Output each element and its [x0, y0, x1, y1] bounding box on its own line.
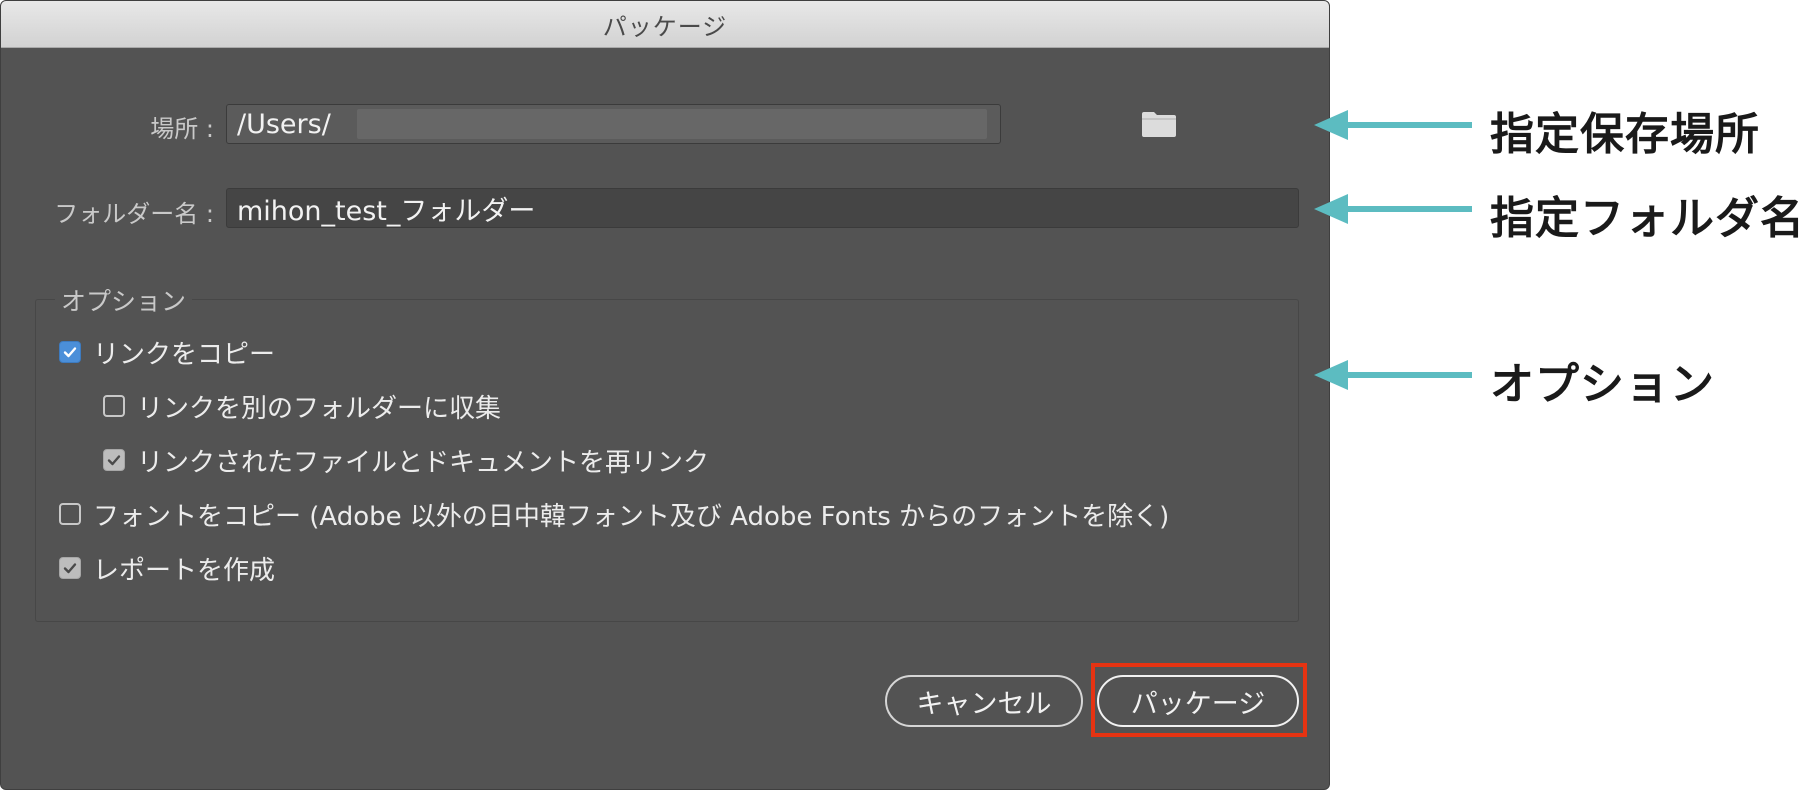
arrow-left-icon [1314, 194, 1472, 224]
checkbox-relink[interactable] [103, 449, 125, 471]
location-redaction [357, 109, 987, 139]
checkbox-copy-fonts[interactable] [59, 503, 81, 525]
package-dialog: パッケージ 場所 : /Users/ フォルダー名 : mihon_test_フ… [0, 0, 1330, 790]
option-collect-links[interactable]: リンクを別のフォルダーに収集 [103, 389, 502, 424]
checkbox-collect-links[interactable] [103, 395, 125, 417]
arrow-left-icon [1314, 110, 1472, 140]
option-label: リンクを別のフォルダーに収集 [137, 393, 502, 424]
checkmark-icon [63, 563, 77, 574]
annotation-location: 指定保存場所 [1490, 109, 1760, 160]
option-label: レポートを作成 [93, 555, 276, 586]
location-field[interactable]: /Users/ [226, 104, 1001, 144]
checkbox-copy-links[interactable] [59, 341, 81, 363]
dialog-title: パッケージ [602, 12, 728, 41]
checkbox-create-report[interactable] [59, 557, 81, 579]
checkmark-icon [63, 347, 77, 358]
option-create-report[interactable]: レポートを作成 [59, 551, 276, 586]
annotation-options: オプション [1490, 359, 1715, 410]
annotation-folder: 指定フォルダ名 [1490, 193, 1803, 244]
package-button[interactable]: パッケージ [1097, 675, 1299, 727]
option-label: フォントをコピー (Adobe 以外の日中韓フォント及び Adobe Fonts… [93, 501, 1170, 532]
option-copy-fonts[interactable]: フォントをコピー (Adobe 以外の日中韓フォント及び Adobe Fonts… [59, 497, 1170, 532]
arrow-left-icon [1314, 360, 1472, 390]
checkmark-icon [107, 455, 121, 466]
folder-name-input[interactable]: mihon_test_フォルダー [226, 188, 1299, 228]
dialog-titlebar: パッケージ [1, 1, 1329, 48]
location-value: /Users/ [237, 108, 331, 140]
options-legend: オプション [55, 282, 193, 318]
folder-icon[interactable] [1141, 110, 1177, 138]
folder-name-value: mihon_test_フォルダー [237, 195, 536, 227]
folder-name-label: フォルダー名 : [54, 200, 214, 228]
screenshot-stage: パッケージ 場所 : /Users/ フォルダー名 : mihon_test_フ… [0, 0, 1803, 793]
location-label: 場所 : [150, 115, 214, 143]
option-label: リンクをコピー [93, 339, 276, 370]
option-relink[interactable]: リンクされたファイルとドキュメントを再リンク [103, 443, 710, 478]
option-copy-links[interactable]: リンクをコピー [59, 335, 276, 370]
cancel-button[interactable]: キャンセル [885, 675, 1083, 727]
option-label: リンクされたファイルとドキュメントを再リンク [137, 447, 710, 478]
